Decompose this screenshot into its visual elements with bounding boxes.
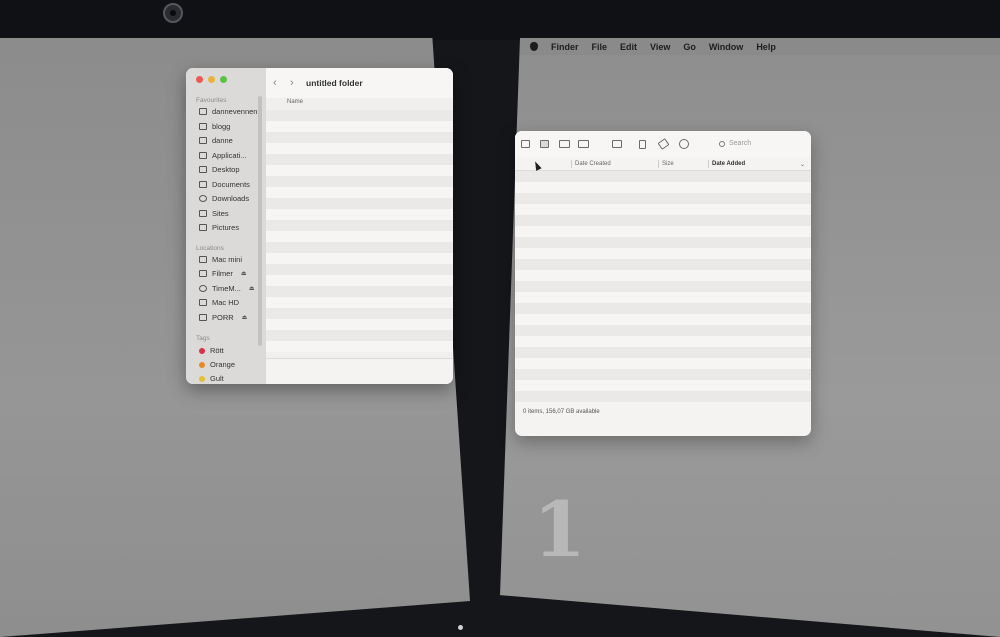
column-view-icon[interactable]: [559, 140, 570, 148]
column-header-date-added[interactable]: Date Added: [712, 161, 745, 167]
tag-icon[interactable]: [657, 138, 670, 150]
menu-go[interactable]: Go: [683, 42, 696, 52]
webcam: [163, 3, 183, 23]
icon-view-icon[interactable]: [521, 140, 530, 148]
sidebar-item-desktop[interactable]: Desktop: [199, 165, 240, 174]
monitor-bezel: [0, 0, 1000, 40]
sidebar-scrollbar[interactable]: [258, 96, 262, 346]
forward-chevron-icon[interactable]: ›: [290, 77, 294, 89]
menu-view[interactable]: View: [650, 42, 670, 52]
window-controls: [196, 76, 227, 83]
status-text: 0 items, 156,07 GB available: [523, 409, 600, 415]
folder-icon: [199, 210, 207, 217]
eject-icon[interactable]: ⏏: [241, 270, 247, 277]
folder-icon: [199, 108, 207, 115]
finder-sidebar: Favourites dannevennen blogg danne Appli…: [186, 68, 266, 384]
zoom-button[interactable]: [220, 76, 227, 83]
home-icon: [199, 137, 207, 144]
more-options-icon[interactable]: [679, 139, 689, 149]
sidebar-item-mac-mini[interactable]: Mac mini: [199, 255, 242, 264]
close-button[interactable]: [196, 76, 203, 83]
menu-window[interactable]: Window: [709, 42, 743, 52]
finder-window-right[interactable]: Search Date Created Size Date Added ⌄ 0 …: [515, 131, 811, 436]
sidebar-tag-orange[interactable]: Orange: [199, 360, 235, 369]
window-title: untitled folder: [306, 78, 363, 88]
file-list-empty[interactable]: [515, 171, 811, 406]
drive-icon: [199, 270, 207, 277]
drive-icon: [199, 314, 207, 321]
timemachine-icon: [199, 285, 207, 292]
minimize-button[interactable]: [208, 76, 215, 83]
share-icon[interactable]: [639, 140, 646, 149]
pictures-icon: [199, 224, 207, 231]
sidebar-item-danne[interactable]: danne: [199, 136, 233, 145]
tags-heading: Tags: [196, 335, 210, 342]
display-number: 1: [533, 485, 586, 574]
sidebar-tag-gult[interactable]: Gult: [199, 374, 224, 383]
sidebar-item-porr[interactable]: PORR ⏏: [199, 313, 247, 322]
finder-toolbar: ‹ › untitled folder: [266, 68, 453, 98]
file-list-empty[interactable]: [266, 110, 453, 360]
locations-heading: Locations: [196, 245, 224, 252]
sidebar-item-timemachine[interactable]: TimeM... ⏏: [199, 284, 255, 293]
sidebar-item-pictures[interactable]: Pictures: [199, 223, 239, 232]
document-icon: [199, 181, 207, 188]
sidebar-item-applications[interactable]: Applicati...: [199, 151, 247, 160]
status-bar: [266, 358, 453, 384]
monitor-led: [458, 625, 463, 630]
column-header-date-created[interactable]: Date Created: [575, 161, 611, 167]
folder-icon: [199, 123, 207, 130]
list-view-icon[interactable]: [540, 140, 549, 148]
group-icon[interactable]: [612, 140, 622, 148]
back-chevron-icon[interactable]: ‹: [273, 77, 277, 89]
tag-yellow-icon: [199, 375, 205, 382]
download-icon: [199, 195, 207, 202]
applications-icon: [199, 152, 207, 159]
sidebar-item-downloads[interactable]: Downloads: [199, 194, 249, 203]
menu-edit[interactable]: Edit: [620, 42, 637, 52]
drive-icon: [199, 299, 207, 306]
sidebar-item-sites[interactable]: Sites: [199, 209, 229, 218]
apple-icon[interactable]: [530, 42, 538, 51]
tag-red-icon: [199, 347, 205, 354]
tag-orange-icon: [199, 361, 205, 368]
search-field[interactable]: Search: [729, 140, 751, 147]
menu-file[interactable]: File: [592, 42, 608, 52]
column-header-size[interactable]: Size: [662, 161, 674, 167]
menu-app-finder[interactable]: Finder: [551, 42, 579, 52]
eject-icon[interactable]: ⏏: [242, 314, 248, 321]
column-headers: Date Created Size Date Added ⌄: [515, 158, 811, 171]
search-icon[interactable]: [719, 141, 725, 147]
column-header-name[interactable]: Name: [266, 98, 453, 108]
sidebar-item-filmer[interactable]: Filmer ⏏: [199, 269, 247, 278]
eject-icon[interactable]: ⏏: [249, 285, 255, 292]
sidebar-item-blogg[interactable]: blogg: [199, 122, 230, 131]
menu-bar: Finder File Edit View Go Window Help: [520, 38, 1000, 55]
menu-help[interactable]: Help: [756, 42, 776, 52]
sidebar-tag-rott[interactable]: Rött: [199, 346, 224, 355]
finder-window-left[interactable]: Favourites dannevennen blogg danne Appli…: [186, 68, 453, 384]
sidebar-item-mac-hd[interactable]: Mac HD: [199, 298, 239, 307]
favourites-heading: Favourites: [196, 97, 227, 104]
computer-icon: [199, 256, 207, 263]
sidebar-item-documents[interactable]: Documents: [199, 180, 250, 189]
desktop-icon: [199, 166, 207, 173]
finder-toolbar: Search: [515, 131, 811, 157]
gallery-view-icon[interactable]: [578, 140, 589, 148]
sidebar-item-dannevennen[interactable]: dannevennen: [199, 107, 257, 116]
sort-chevron-icon[interactable]: ⌄: [800, 161, 805, 168]
